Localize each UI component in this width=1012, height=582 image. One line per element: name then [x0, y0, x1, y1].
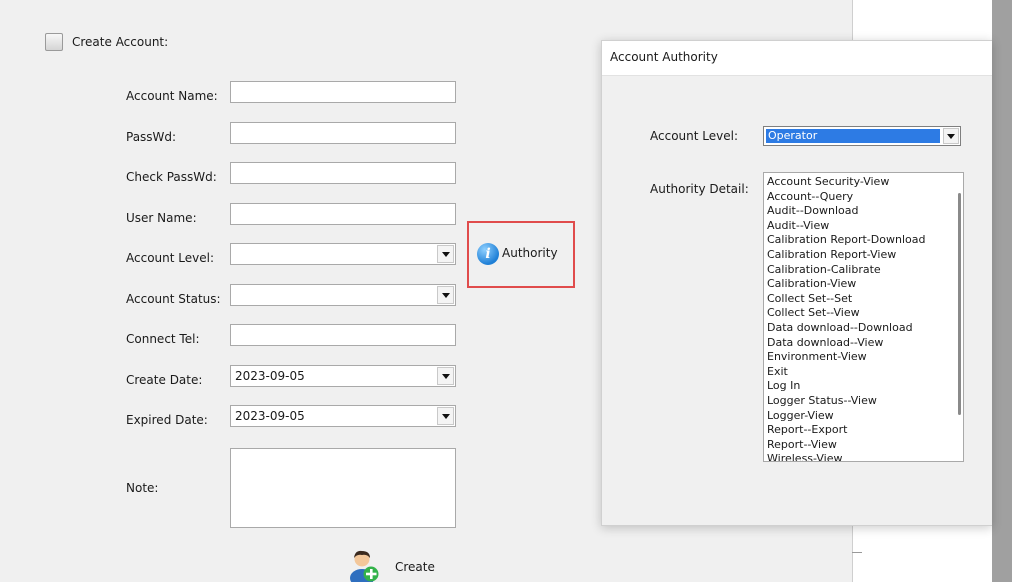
chevron-down-icon [441, 373, 450, 379]
list-item[interactable]: Wireless-View [767, 452, 949, 461]
account-name-label: Account Name: [126, 89, 218, 103]
passwd-label: PassWd: [126, 130, 177, 144]
list-item[interactable]: Collect Set--Set [767, 292, 949, 307]
add-user-icon[interactable] [347, 548, 381, 582]
connect-tel-input[interactable] [230, 324, 456, 346]
account-level-select[interactable] [230, 243, 456, 265]
list-item[interactable]: Data download--View [767, 336, 949, 351]
list-item[interactable]: Report--Export [767, 423, 949, 438]
list-item[interactable]: Calibration-View [767, 277, 949, 292]
user-name-input[interactable] [230, 203, 456, 225]
list-item[interactable]: Calibration Report-Download [767, 233, 949, 248]
create-date-dropdown-button[interactable] [437, 367, 454, 385]
connect-tel-label: Connect Tel: [126, 332, 200, 346]
create-date-value: 2023-09-05 [235, 369, 305, 383]
dialog-titlebar: Account Authority [602, 41, 992, 76]
dialog-title: Account Authority [610, 50, 718, 64]
authority-items: Account Security-View Account--Query Audit… [767, 175, 949, 461]
list-item[interactable]: Data download--Download [767, 321, 949, 336]
list-item[interactable]: Calibration Report-View [767, 248, 949, 263]
authority-detail-label: Authority Detail: [650, 182, 749, 196]
list-item[interactable]: Audit--View [767, 219, 949, 234]
check-passwd-label: Check PassWd: [126, 170, 217, 184]
note-label: Note: [126, 481, 159, 495]
authority-detail-list[interactable]: Account Security-View Account--Query Audit… [763, 172, 964, 462]
list-item[interactable]: Collect Set--View [767, 306, 949, 321]
list-item[interactable]: Environment-View [767, 350, 949, 365]
list-item[interactable]: Account Security-View [767, 175, 949, 190]
list-item[interactable]: Calibration-Calibrate [767, 263, 949, 278]
list-item[interactable]: Log In [767, 379, 949, 394]
note-textarea[interactable] [230, 448, 456, 528]
account-status-select[interactable] [230, 284, 456, 306]
chevron-down-icon [441, 292, 450, 298]
dialog-account-level-select[interactable]: Operator [763, 126, 961, 146]
window-edge [992, 0, 1012, 582]
passwd-input[interactable] [230, 122, 456, 144]
expired-date-value: 2023-09-05 [235, 409, 305, 423]
list-item[interactable]: Audit--Download [767, 204, 949, 219]
expired-date-label: Expired Date: [126, 413, 208, 427]
create-date-picker[interactable]: 2023-09-05 [230, 365, 456, 387]
dialog-account-level-label: Account Level: [650, 129, 738, 143]
account-authority-dialog: Account Authority Account Level: Operato… [601, 40, 992, 526]
create-account-header-label: Create Account: [72, 35, 169, 49]
account-level-dropdown-button[interactable] [437, 245, 454, 263]
list-item[interactable]: Logger Status--View [767, 394, 949, 409]
chevron-down-icon [441, 251, 450, 257]
chevron-down-icon [441, 413, 450, 419]
create-date-label: Create Date: [126, 373, 203, 387]
create-button-label[interactable]: Create [395, 560, 435, 574]
create-account-checkbox[interactable] [45, 33, 63, 51]
list-item[interactable]: Report--View [767, 438, 949, 453]
chevron-down-icon [947, 133, 955, 139]
expired-date-picker[interactable]: 2023-09-05 [230, 405, 456, 427]
check-passwd-input[interactable] [230, 162, 456, 184]
dialog-account-level-value: Operator [766, 129, 940, 143]
account-status-label: Account Status: [126, 292, 221, 306]
authority-list-scrollbar[interactable] [958, 193, 961, 415]
list-item[interactable]: Logger-View [767, 409, 949, 424]
account-level-label: Account Level: [126, 251, 214, 265]
account-name-input[interactable] [230, 81, 456, 103]
expired-date-dropdown-button[interactable] [437, 407, 454, 425]
divider-tick [852, 552, 862, 553]
dialog-account-level-dropdown-button[interactable] [943, 128, 959, 144]
list-item[interactable]: Exit [767, 365, 949, 380]
user-name-label: User Name: [126, 211, 197, 225]
account-status-dropdown-button[interactable] [437, 286, 454, 304]
info-icon[interactable]: i [477, 243, 499, 265]
list-item[interactable]: Account--Query [767, 190, 949, 205]
authority-button-label[interactable]: Authority [502, 246, 558, 260]
